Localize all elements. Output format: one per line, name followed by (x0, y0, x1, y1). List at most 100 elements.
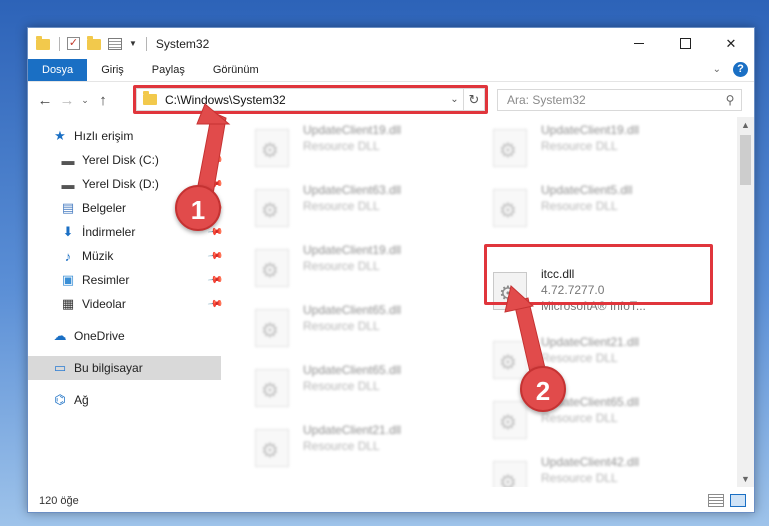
file-item[interactable]: UpdateClient21.dll Resource DLL (479, 329, 709, 385)
sidebar-item-label: Müzik (82, 249, 114, 263)
scroll-down-arrow-icon[interactable]: ▼ (737, 471, 754, 487)
dll-file-icon (493, 189, 527, 227)
properties-icon[interactable] (108, 37, 122, 50)
document-icon: ▤ (61, 200, 75, 215)
network-icon: ⌬ (54, 392, 66, 407)
recent-locations-chevron-icon[interactable]: ⌄ (78, 95, 92, 106)
expand-ribbon-chevron-icon[interactable]: ⌄ (713, 64, 721, 75)
sidebar-item-label: Yerel Disk (C:) (82, 153, 159, 167)
search-icon[interactable]: ⚲ (719, 93, 741, 107)
file-name: UpdateClient63.dll (303, 183, 402, 197)
tab-share[interactable]: Paylaş (138, 59, 199, 81)
sidebar-item-label: Hızlı erişim (74, 129, 134, 143)
folder-icon[interactable] (36, 36, 50, 50)
file-item[interactable]: UpdateClient65.dll Resource DLL (479, 389, 709, 445)
back-button[interactable]: ← (34, 92, 56, 109)
up-button[interactable]: ↑ (92, 92, 114, 109)
details-view-icon[interactable] (708, 494, 724, 507)
forward-button[interactable]: → (56, 92, 78, 109)
dll-file-icon (493, 129, 527, 167)
sidebar-item-label: Yerel Disk (D:) (82, 177, 159, 191)
new-folder-icon[interactable] (87, 36, 101, 50)
file-type: Resource DLL (541, 411, 618, 425)
dll-file-icon (255, 249, 289, 287)
dll-file-icon (255, 309, 289, 347)
file-item[interactable]: UpdateClient63.dll Resource DLL (241, 177, 471, 233)
window-controls: ✕ (616, 28, 754, 59)
file-type: Resource DLL (303, 139, 380, 153)
title-bar: ✓ ▼ System32 ✕ (28, 28, 754, 59)
file-item[interactable]: UpdateClient65.dll Resource DLL (241, 357, 471, 413)
sidebar-item-network[interactable]: ⌬ Ağ (28, 388, 221, 412)
file-name: UpdateClient65.dll (303, 303, 402, 317)
file-type: Resource DLL (541, 471, 618, 485)
file-name: UpdateClient5.dll (541, 183, 633, 197)
customize-chevron-down-icon[interactable]: ▼ (129, 39, 137, 48)
sidebar-item-label: Bu bilgisayar (74, 361, 143, 375)
file-item[interactable]: UpdateClient42.dll Resource DLL (479, 449, 709, 487)
pictures-icon: ▣ (61, 272, 75, 287)
file-item[interactable]: UpdateClient19.dll Resource DLL (241, 117, 471, 173)
vertical-scrollbar[interactable]: ▲ ▼ (737, 117, 754, 487)
sidebar-item-label: Belgeler (82, 201, 127, 215)
window-title: System32 (155, 36, 210, 51)
explorer-window: ✓ ▼ System32 ✕ Dosya Giriş Paylaş Görünü… (27, 27, 755, 513)
search-input[interactable]: Ara: System32 ⚲ (497, 89, 742, 111)
properties-check-icon[interactable]: ✓ (67, 37, 80, 50)
music-icon: ♪ (64, 248, 72, 264)
help-icon[interactable]: ? (733, 62, 748, 77)
close-button[interactable]: ✕ (708, 28, 754, 59)
sidebar-item-label: Ağ (74, 393, 89, 407)
drive-icon: ▬ (61, 176, 75, 192)
file-type: Resource DLL (541, 139, 618, 153)
file-item[interactable]: UpdateClient19.dll Resource DLL (479, 117, 709, 173)
dll-file-icon (493, 401, 527, 439)
sidebar-item-pictures[interactable]: ▣ Resimler 📌 (28, 268, 223, 292)
file-type: Resource DLL (541, 199, 618, 213)
file-item[interactable]: UpdateClient65.dll Resource DLL (241, 297, 471, 353)
ribbon-right: ⌄ ? (713, 62, 748, 77)
dll-file-icon (255, 189, 289, 227)
file-item[interactable]: UpdateClient5.dll Resource DLL (479, 177, 709, 233)
sidebar-item-this-pc[interactable]: ▭ Bu bilgisayar (28, 356, 221, 380)
status-bar: 120 öğe (28, 488, 754, 512)
tab-view[interactable]: Görünüm (199, 59, 273, 81)
search-placeholder: Ara: System32 (507, 93, 586, 107)
dll-file-icon (493, 461, 527, 487)
scrollbar-thumb[interactable] (740, 135, 751, 185)
highlight-box-address (133, 85, 488, 114)
tab-file[interactable]: Dosya (28, 59, 88, 81)
sidebar-item-music[interactable]: ♪ Müzik 📌 (28, 244, 224, 268)
file-type: Resource DLL (303, 259, 380, 273)
scroll-up-arrow-icon[interactable]: ▲ (737, 117, 754, 133)
file-item[interactable]: UpdateClient19.dll Resource DLL (241, 237, 471, 293)
star-icon: ★ (54, 128, 66, 143)
ribbon-tabs: Dosya Giriş Paylaş Görünüm ⌄ ? (28, 59, 754, 82)
tab-home[interactable]: Giriş (87, 59, 138, 81)
navigation-pane: ★ Hızlı erişim ▬ Yerel Disk (C:) 📌 ▬ Yer… (28, 117, 224, 487)
sidebar-item-quick-access[interactable]: ★ Hızlı erişim (28, 124, 221, 148)
pin-icon: 📌 (206, 151, 224, 169)
file-type: Resource DLL (303, 199, 380, 213)
drive-icon: ▬ (61, 152, 75, 168)
file-name: UpdateClient19.dll (541, 123, 640, 137)
sidebar-item-onedrive[interactable]: ☁ OneDrive (28, 324, 221, 348)
file-name: UpdateClient65.dll (303, 363, 402, 377)
maximize-button[interactable] (662, 28, 708, 59)
cloud-icon: ☁ (53, 328, 67, 343)
item-count: 120 öğe (39, 495, 79, 507)
sidebar-item-local-disk-c[interactable]: ▬ Yerel Disk (C:) 📌 (28, 148, 224, 172)
file-type: Resource DLL (541, 351, 618, 365)
minimize-button[interactable] (616, 28, 662, 59)
file-name: UpdateClient42.dll (541, 455, 640, 469)
pin-icon: 📌 (206, 247, 224, 265)
large-icons-view-icon[interactable] (730, 494, 746, 507)
sidebar-item-videos[interactable]: ▦ Videolar 📌 (28, 292, 223, 316)
file-name: UpdateClient19.dll (303, 243, 402, 257)
file-item[interactable]: UpdateClient21.dll Resource DLL (241, 417, 471, 473)
highlight-box-file (484, 244, 713, 305)
callout-badge-1: 1 (175, 185, 221, 231)
file-type: Resource DLL (303, 319, 380, 333)
callout-badge-2: 2 (520, 366, 566, 412)
dll-file-icon (255, 429, 289, 467)
